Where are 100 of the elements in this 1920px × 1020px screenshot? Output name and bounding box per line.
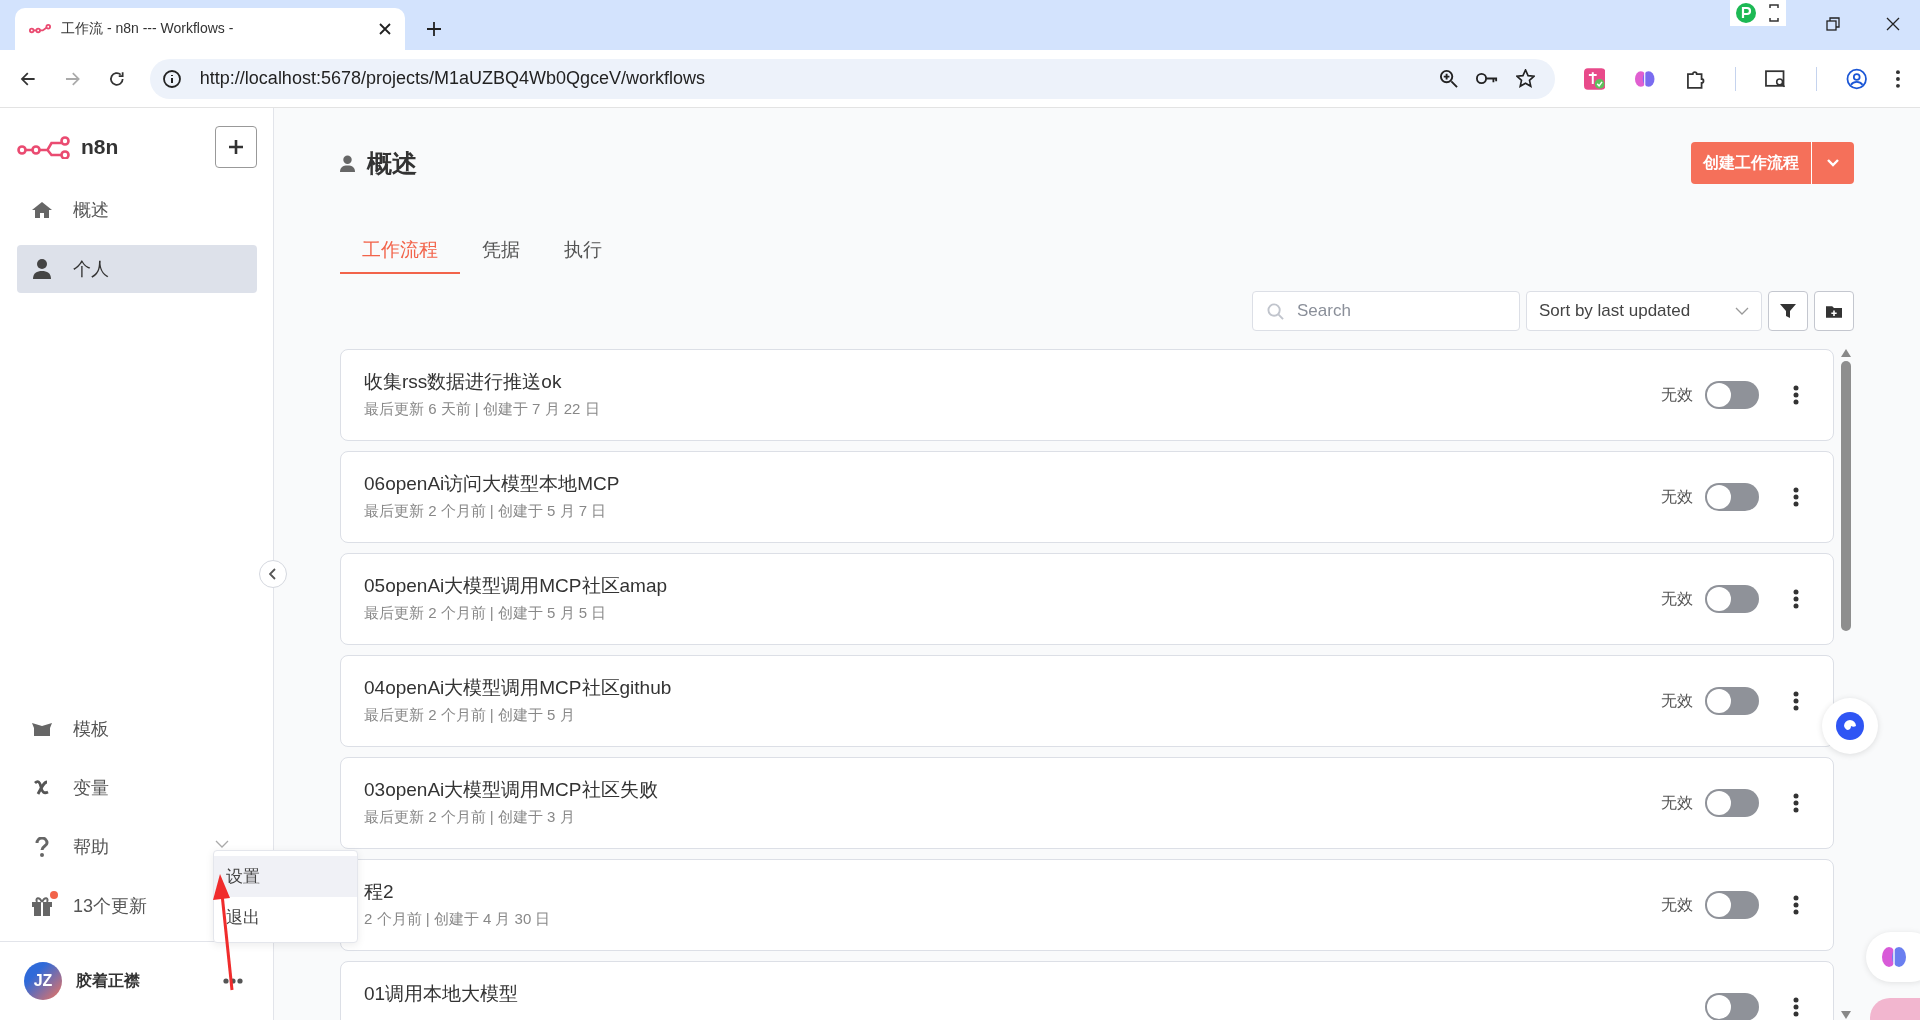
collapse-button[interactable] xyxy=(259,560,287,588)
page-title: 概述 xyxy=(367,147,417,179)
active-toggle[interactable] xyxy=(1705,993,1759,1020)
brain-icon xyxy=(1881,945,1907,969)
logo-text: n8n xyxy=(81,135,119,159)
workflow-name: 04openAi大模型调用MCP社区github xyxy=(364,676,672,700)
restore-icon[interactable] xyxy=(1826,17,1840,31)
workflow-name: 程2 xyxy=(364,880,395,904)
box-icon xyxy=(31,721,53,737)
workflow-meta: 最后更新 2 个月前 | 创建于 3 月 xyxy=(364,808,576,827)
new-tab-icon[interactable] xyxy=(427,22,441,36)
status-label: 无效 xyxy=(1661,486,1693,507)
scroll-up-icon[interactable] xyxy=(1841,349,1851,357)
profile-icon[interactable] xyxy=(1845,67,1868,90)
sort-dropdown[interactable]: Sort by last updated xyxy=(1526,291,1762,331)
more-icon[interactable] xyxy=(1793,691,1799,711)
url-text: http://localhost:5678/projects/M1aUZBQ4Wb0QgceV/workflows xyxy=(199,68,706,89)
workflow-card[interactable]: 收集rss数据进行推送ok 最后更新 6 天前 | 创建于 7 月 22 日 无效 xyxy=(340,349,1834,441)
add-button[interactable] xyxy=(215,126,257,168)
tab[interactable]: 执行 xyxy=(542,228,624,274)
brain-button[interactable] xyxy=(1866,932,1920,982)
user-name: 胶着正襟 xyxy=(76,970,140,991)
floating-widget[interactable] xyxy=(1730,0,1786,26)
more-icon[interactable] xyxy=(1793,487,1799,507)
tab[interactable]: 凭据 xyxy=(460,228,542,274)
status-label: 无效 xyxy=(1661,894,1693,915)
chevron-down-icon xyxy=(1735,307,1749,315)
workflow-card[interactable]: 06openAi访问大模型本地MCP 最后更新 2 个月前 | 创建于 5 月 7 日 无效 xyxy=(340,451,1834,543)
nav-item[interactable]: 概述 xyxy=(17,186,257,234)
chevron-left-icon xyxy=(269,568,277,580)
workflow-name: 收集rss数据进行推送ok xyxy=(364,370,563,394)
close-icon[interactable] xyxy=(379,23,391,35)
nav-item[interactable]: 个人 xyxy=(17,245,257,293)
filter-button[interactable] xyxy=(1768,291,1808,331)
workflow-meta: 最后更新 6 天前 | 创建于 7 月 22 日 xyxy=(364,400,600,419)
active-toggle[interactable] xyxy=(1705,381,1759,409)
active-toggle[interactable] xyxy=(1705,891,1759,919)
nav-item[interactable]: 变量 xyxy=(17,764,257,812)
active-toggle[interactable] xyxy=(1705,789,1759,817)
p-logo-icon xyxy=(1736,3,1756,23)
status-label: 无效 xyxy=(1661,588,1693,609)
active-toggle[interactable] xyxy=(1705,687,1759,715)
star-icon[interactable] xyxy=(1515,69,1535,88)
more-icon[interactable] xyxy=(1793,895,1799,915)
frame-icon xyxy=(1768,3,1780,23)
scrollbar-thumb[interactable] xyxy=(1841,361,1851,631)
address-bar[interactable]: http://localhost:5678/projects/M1aUZBQ4Wb0QgceV/workflows xyxy=(149,58,1555,99)
more-icon[interactable] xyxy=(1793,385,1799,405)
menu-item[interactable]: 设置 xyxy=(214,856,357,897)
workflow-card[interactable]: 05openAi大模型调用MCP社区amap 最后更新 2 个月前 | 创建于 5 月 5 日 无效 xyxy=(340,553,1834,645)
workflow-meta: 2 个月前 | 创建于 4 月 30 日 xyxy=(364,910,551,929)
workflow-name: 01调用本地大模型 xyxy=(364,982,519,1006)
active-toggle[interactable] xyxy=(1705,585,1759,613)
browser-tab[interactable]: 工作流 - n8n --- Workflows - xyxy=(15,8,405,50)
workflow-meta: 最后更新 2 个月前 | 创建于 5 月 xyxy=(364,706,576,725)
scroll-down-icon[interactable] xyxy=(1841,1011,1851,1019)
workflow-name: 06openAi访问大模型本地MCP xyxy=(364,472,620,496)
status-label: 无效 xyxy=(1661,792,1693,813)
gift-icon xyxy=(31,896,53,916)
logo-icon xyxy=(29,23,51,35)
tab-title: 工作流 - n8n --- Workflows - xyxy=(61,20,235,38)
folder-plus-icon xyxy=(1826,304,1842,318)
zoom-icon[interactable] xyxy=(1438,69,1458,88)
reload-icon[interactable] xyxy=(109,70,125,87)
back-icon[interactable] xyxy=(20,70,36,87)
user-icon xyxy=(31,259,53,279)
workflow-meta: 最后更新 2 个月前 | 创建于 5 月 5 日 xyxy=(364,604,608,623)
plus-icon xyxy=(228,139,244,155)
user-icon xyxy=(340,154,355,172)
menu-icon[interactable] xyxy=(1896,69,1900,88)
key-icon[interactable] xyxy=(1475,72,1498,85)
extension-icon[interactable] xyxy=(1583,67,1606,90)
workflow-name: 05openAi大模型调用MCP社区amap xyxy=(364,574,668,598)
active-toggle[interactable] xyxy=(1705,483,1759,511)
close-icon[interactable] xyxy=(1886,17,1900,31)
tab-search-icon[interactable] xyxy=(1765,68,1787,89)
nav-item[interactable]: 模板 xyxy=(17,705,257,753)
info-icon[interactable] xyxy=(161,68,182,89)
more-icon[interactable] xyxy=(1793,793,1799,813)
workflow-card[interactable]: 程2 2 个月前 | 创建于 4 月 30 日 无效 xyxy=(340,859,1834,951)
caret-icon xyxy=(1827,159,1839,167)
search-field[interactable]: Search xyxy=(1252,291,1520,331)
user-avatar[interactable]: JZ xyxy=(24,962,62,1000)
more-icon[interactable] xyxy=(1793,589,1799,609)
workflow-meta: 最后更新 2 个月前 | 创建于 5 月 7 日 xyxy=(364,502,608,521)
chat-icon xyxy=(1836,712,1864,740)
more-icon[interactable] xyxy=(223,978,243,984)
workflow-card[interactable]: 03openAi大模型调用MCP社区失败 最后更新 2 个月前 | 创建于 3 月 无效 xyxy=(340,757,1834,849)
status-label: 无效 xyxy=(1661,384,1693,405)
brain-icon[interactable] xyxy=(1634,68,1656,89)
help-icon xyxy=(35,837,49,857)
filter-icon xyxy=(1780,303,1796,319)
workflow-card[interactable]: 04openAi大模型调用MCP社区github 最后更新 2 个月前 | 创建于 5 月 无效 xyxy=(340,655,1834,747)
more-icon[interactable] xyxy=(1793,997,1799,1017)
workflow-card[interactable]: 01调用本地大模型 xyxy=(340,961,1834,1020)
logo-icon xyxy=(17,135,73,159)
status-label: 无效 xyxy=(1661,690,1693,711)
new-folder-button[interactable] xyxy=(1814,291,1854,331)
home-icon xyxy=(31,201,53,219)
workflow-name: 03openAi大模型调用MCP社区失败 xyxy=(364,778,658,802)
